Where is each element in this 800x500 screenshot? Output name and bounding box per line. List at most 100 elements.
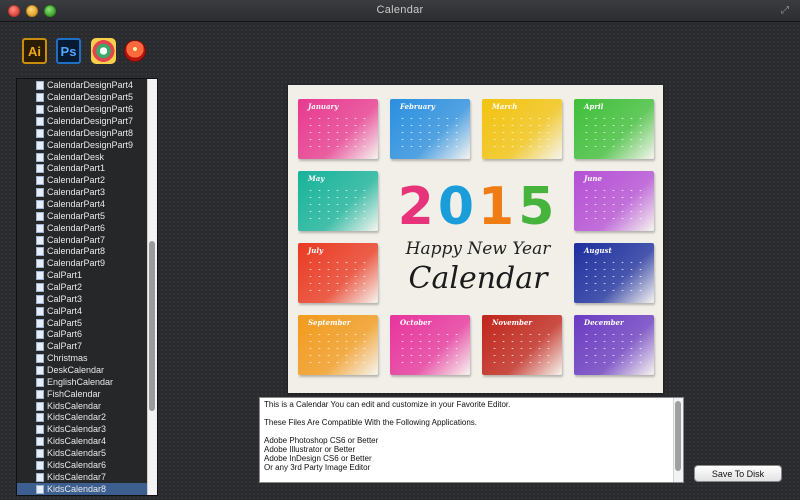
file-icon — [36, 437, 44, 447]
list-item[interactable]: CalendarDesignPart4 — [17, 80, 147, 92]
list-item-label: CalPart5 — [47, 317, 83, 328]
month-day-grid — [582, 331, 648, 367]
list-item-label: KidsCalendar3 — [47, 424, 107, 435]
file-icon — [36, 235, 44, 245]
calendar-app-icon[interactable] — [91, 38, 116, 64]
file-icon — [36, 460, 44, 470]
list-item-label: CalendarDesk — [47, 151, 105, 162]
list-item[interactable]: CalendarDesignPart6 — [17, 104, 147, 116]
list-item[interactable]: CalendarPart6 — [17, 222, 147, 234]
file-icon — [36, 294, 44, 304]
list-item[interactable]: KidsCalendar2 — [17, 412, 147, 424]
month-day-grid — [306, 115, 372, 151]
browser-icon[interactable] — [124, 40, 146, 62]
list-item[interactable]: CalendarPart3 — [17, 187, 147, 199]
description-scroll-thumb[interactable] — [675, 401, 681, 471]
list-item[interactable]: KidsCalendar6 — [17, 460, 147, 472]
list-item[interactable]: CalPart7 — [17, 341, 147, 353]
month-card: November — [482, 315, 562, 375]
list-item[interactable]: CalendarPart5 — [17, 210, 147, 222]
calendar-preview-image: 2015 Happy New Year Calendar January Febr… — [288, 85, 663, 393]
file-icon — [36, 128, 44, 138]
file-icon — [36, 200, 44, 210]
month-day-grid — [490, 115, 556, 151]
file-icon — [36, 449, 44, 459]
fullscreen-icon[interactable]: ⤢ — [781, 5, 792, 16]
list-item[interactable]: KidsCalendar5 — [17, 448, 147, 460]
list-item[interactable]: KidsCalendar — [17, 400, 147, 412]
list-item[interactable]: CalendarPart1 — [17, 163, 147, 175]
list-item[interactable]: CalendarDesignPart9 — [17, 139, 147, 151]
list-item[interactable]: CalendarPart4 — [17, 199, 147, 211]
file-icon — [36, 425, 44, 435]
month-day-grid — [582, 187, 648, 223]
list-item[interactable]: Christmas — [17, 353, 147, 365]
list-item[interactable]: CalendarDesignPart7 — [17, 116, 147, 128]
list-item-label: Christmas — [47, 353, 88, 364]
month-card: October — [390, 315, 470, 375]
list-item[interactable]: CalPart1 — [17, 270, 147, 282]
file-icon — [36, 105, 44, 115]
illustrator-icon[interactable]: Ai — [22, 38, 47, 64]
month-name: November — [492, 318, 533, 327]
file-icon — [36, 152, 44, 162]
list-item-label: CalPart6 — [47, 329, 83, 340]
list-item[interactable]: CalPart2 — [17, 282, 147, 294]
file-icon — [36, 188, 44, 198]
list-item-label: CalendarPart5 — [47, 210, 106, 221]
list-item[interactable]: CalendarDesk — [17, 151, 147, 163]
list-item[interactable]: FishCalendar — [17, 388, 147, 400]
file-icon — [36, 176, 44, 186]
file-icon — [36, 484, 44, 494]
list-item-label: CalendarPart1 — [47, 163, 106, 174]
file-icon — [36, 366, 44, 376]
list-item[interactable]: KidsCalendar3 — [17, 424, 147, 436]
list-item[interactable]: DeskCalendar — [17, 365, 147, 377]
list-item[interactable]: CalPart4 — [17, 305, 147, 317]
list-item[interactable]: EnglishCalendar — [17, 376, 147, 388]
file-icon — [36, 223, 44, 233]
list-item-label: CalendarPart8 — [47, 246, 106, 257]
save-to-disk-button[interactable]: Save To Disk — [694, 465, 782, 482]
list-item[interactable]: CalPart6 — [17, 329, 147, 341]
month-card: December — [574, 315, 654, 375]
file-list[interactable]: CalendarDesignPart4 CalendarDesignPart5 Ca… — [16, 78, 158, 496]
month-name: May — [308, 174, 325, 183]
list-item[interactable]: CalPart3 — [17, 293, 147, 305]
list-item-label: CalendarPart7 — [47, 234, 106, 245]
month-name: September — [308, 318, 351, 327]
list-item[interactable]: KidsCalendar8 — [17, 483, 147, 495]
month-name: August — [584, 246, 612, 255]
list-item[interactable]: CalendarPart7 — [17, 234, 147, 246]
list-item-label: CalendarDesignPart7 — [47, 116, 134, 126]
list-item-label: KidsCalendar5 — [47, 448, 107, 459]
file-icon — [36, 318, 44, 328]
photoshop-icon[interactable]: Ps — [56, 38, 81, 64]
list-item[interactable]: KidsCalendar7 — [17, 471, 147, 483]
month-name: January — [308, 102, 339, 111]
list-item-label: CalendarDesignPart6 — [47, 104, 134, 115]
file-icon — [36, 354, 44, 364]
file-list-scrollbar[interactable] — [147, 79, 157, 495]
list-item[interactable]: KidsCalendar4 — [17, 436, 147, 448]
list-item[interactable]: CalendarPart8 — [17, 246, 147, 258]
list-item[interactable]: CalPart5 — [17, 317, 147, 329]
list-item-label: CalendarPart2 — [47, 175, 106, 186]
month-card: July — [298, 243, 378, 303]
description-scrollbar[interactable] — [673, 398, 683, 482]
description-textarea[interactable]: This is a Calendar You can edit and cust… — [259, 397, 684, 483]
list-item[interactable]: CalendarDesignPart5 — [17, 92, 147, 104]
month-day-grid — [306, 331, 372, 367]
list-item[interactable]: CalendarPart9 — [17, 258, 147, 270]
file-icon — [36, 140, 44, 150]
file-list-scroll-thumb[interactable] — [149, 241, 155, 411]
list-item-label: KidsCalendar6 — [47, 459, 107, 470]
list-item-label: CalendarPart6 — [47, 222, 106, 233]
list-item[interactable]: CalendarDesignPart8 — [17, 127, 147, 139]
month-day-grid — [306, 259, 372, 295]
file-icon — [36, 377, 44, 387]
month-name: December — [584, 318, 624, 327]
file-icon — [36, 472, 44, 482]
list-item-label: CalendarPart3 — [47, 187, 106, 198]
list-item[interactable]: CalendarPart2 — [17, 175, 147, 187]
